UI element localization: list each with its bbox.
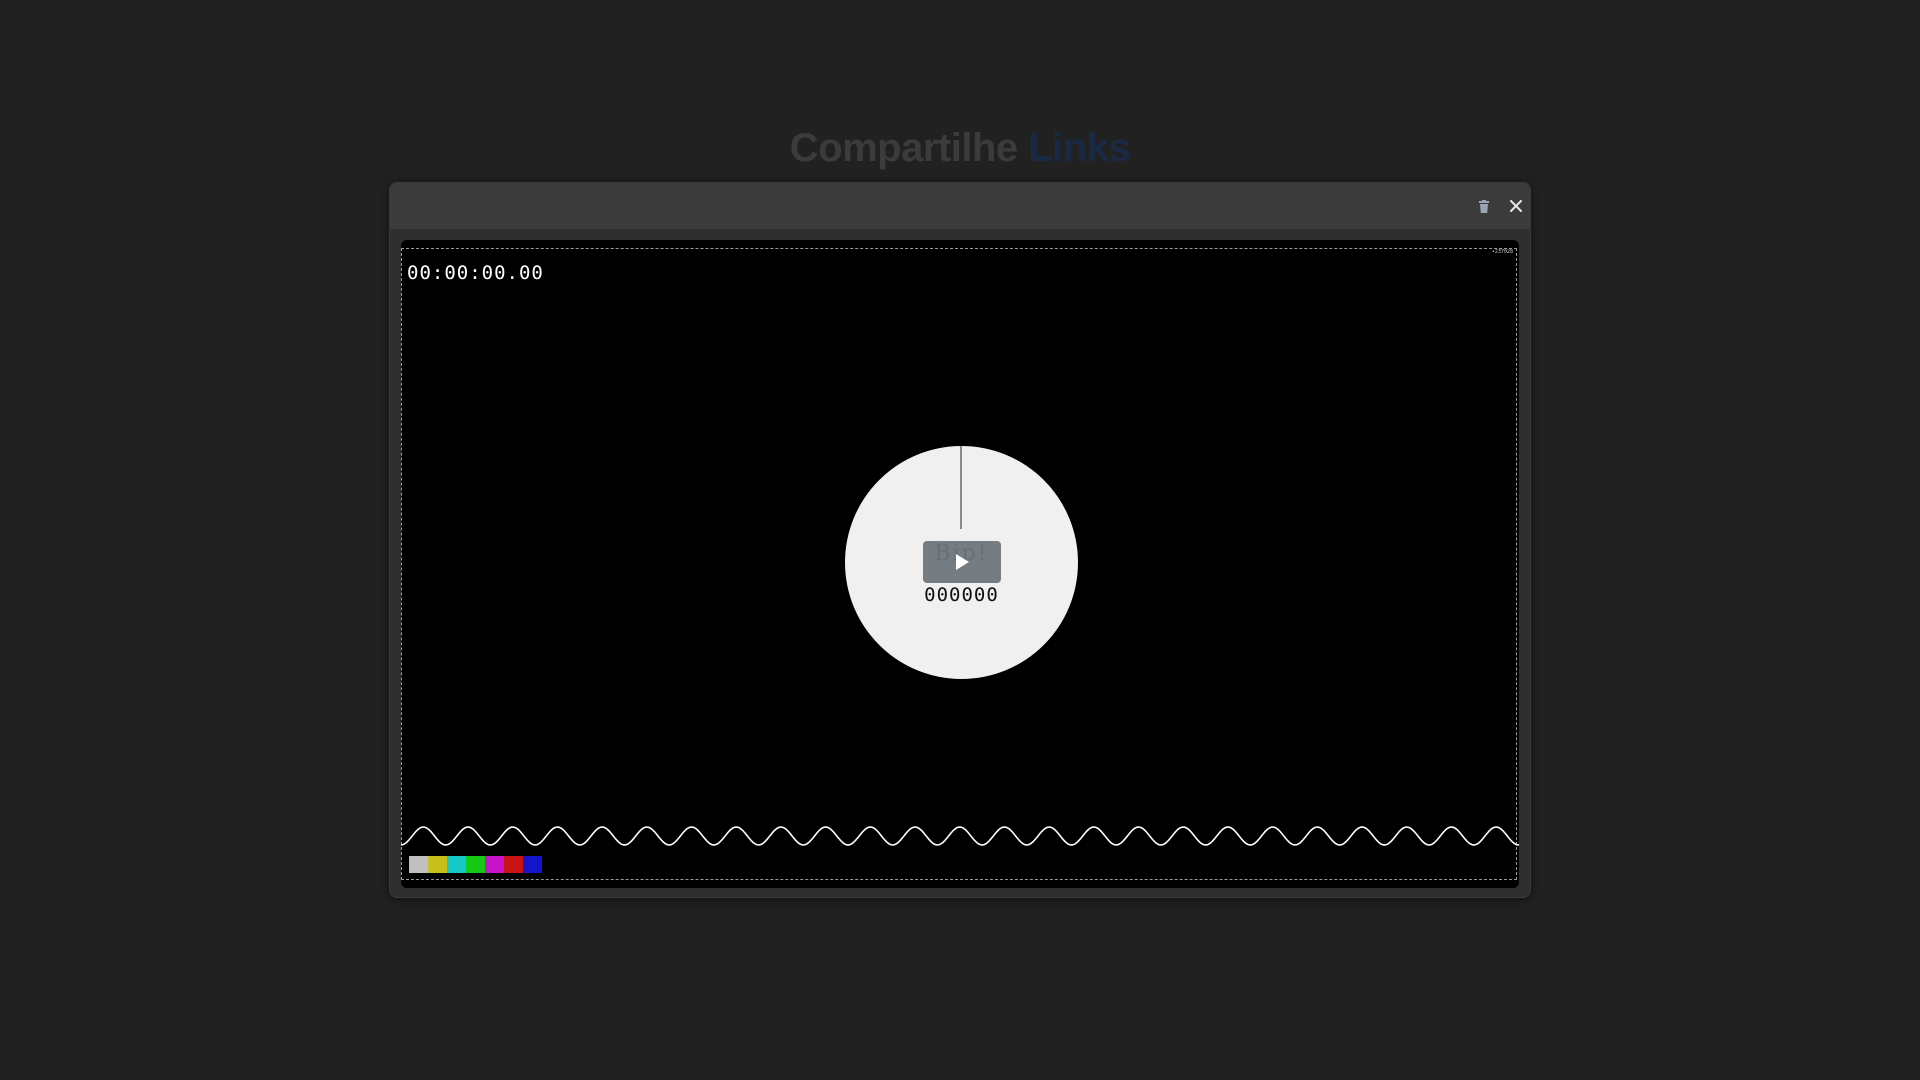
frame-counter: 000000 [924,584,999,606]
countdown-dial: Bip! 000000 [845,446,1078,679]
color-bar-7 [523,856,542,873]
color-bar-3 [447,856,466,873]
play-button[interactable] [923,541,1001,583]
close-button[interactable] [1506,196,1526,216]
color-bar-1 [409,856,428,873]
trash-button[interactable] [1474,196,1494,216]
color-bar-2 [428,856,447,873]
share-modal: 00:00:00.00 •237028 Bip! 000000 [389,182,1531,898]
play-icon [956,554,969,570]
close-icon [1510,200,1522,212]
color-bar-6 [504,856,523,873]
color-bar-4 [466,856,485,873]
page-title-main: Compartilhe [789,126,1018,170]
corner-id: •237028 [1491,249,1513,255]
timecode: 00:00:00.00 [407,262,544,284]
trash-icon [1479,199,1489,213]
dial-needle [960,446,962,529]
color-bars [409,856,542,873]
modal-header [390,183,1530,229]
page-title: Compartilhe Links [0,126,1920,171]
color-bar-5 [485,856,504,873]
audio-waveform [401,826,1519,846]
page-title-accent: Links [1028,126,1131,170]
video-player[interactable]: 00:00:00.00 •237028 Bip! 000000 [401,240,1519,888]
